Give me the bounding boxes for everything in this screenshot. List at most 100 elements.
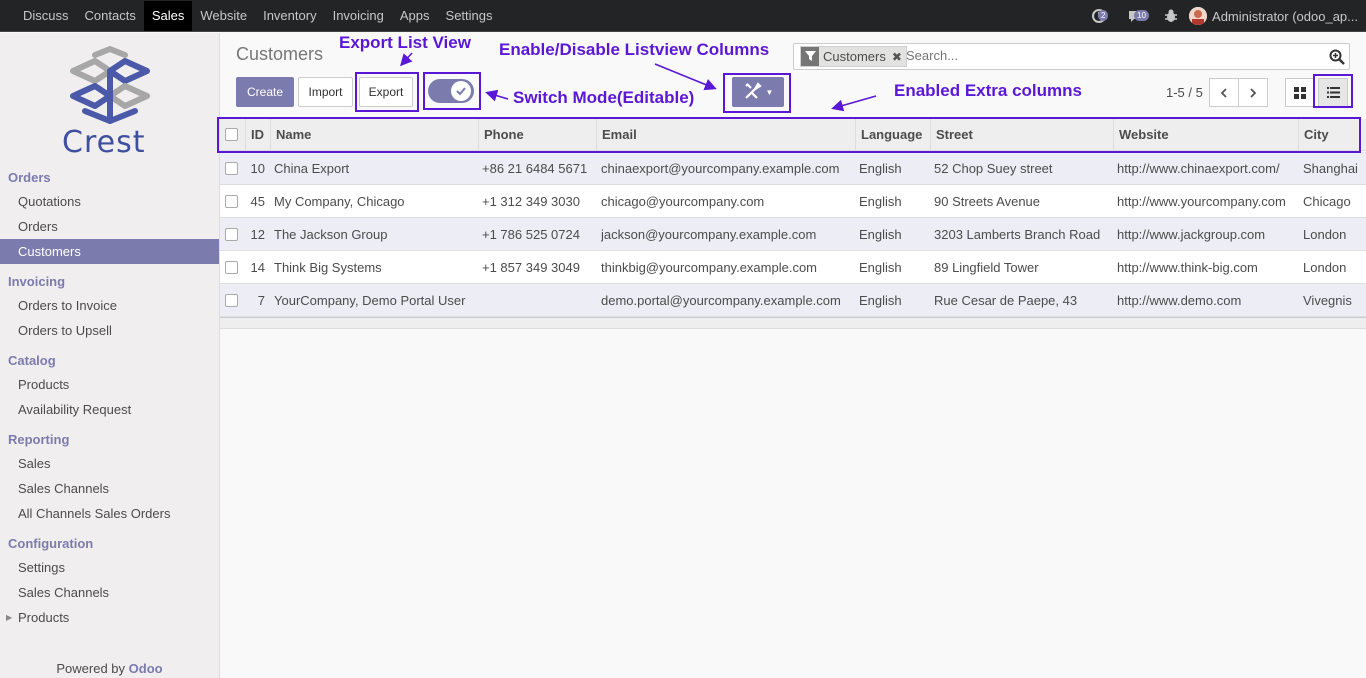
messages-badge: 10 [1134, 10, 1149, 21]
cell-website: http://www.demo.com [1117, 293, 1242, 308]
sidebar-item-availability-request[interactable]: Availability Request [0, 397, 219, 422]
filter-icon [801, 47, 819, 66]
cell-phone: +1 312 349 3030 [482, 194, 580, 209]
nav-discuss[interactable]: Discuss [15, 1, 77, 31]
row-checkbox[interactable] [225, 162, 238, 175]
pager-value[interactable]: 1-5 / 5 [1166, 85, 1203, 100]
row-checkbox[interactable] [225, 228, 238, 241]
annotation-extra: Enabled Extra columns [894, 81, 1082, 100]
cell-email: thinkbig@yourcompany.example.com [601, 260, 817, 275]
cell-street: 89 Lingfield Tower [934, 260, 1039, 275]
cell-street: 52 Chop Suey street [934, 161, 1053, 176]
table-footer [220, 317, 1366, 329]
sidebar-item-sales-channels[interactable]: Sales Channels [0, 476, 219, 501]
search-input[interactable] [906, 48, 1306, 63]
nav-invoicing[interactable]: Invoicing [325, 1, 392, 31]
row-checkbox[interactable] [225, 195, 238, 208]
search-bar: Customers ✖ [793, 43, 1350, 70]
grid-icon [1294, 86, 1306, 99]
search-facet: Customers ✖ [800, 46, 907, 67]
cell-website: http://www.think-big.com [1117, 260, 1258, 275]
pager-next-button[interactable] [1238, 78, 1268, 107]
cell-language: English [859, 260, 902, 275]
cell-street: 3203 Lamberts Branch Road [934, 227, 1101, 242]
debug-bug-icon[interactable] [1163, 8, 1179, 24]
cell-id: 14 [250, 260, 265, 275]
chevron-left-icon [1220, 87, 1227, 98]
systray: 2 10 Administrator (odoo_ap... [1081, 0, 1358, 32]
cell-email: chinaexport@yourcompany.example.com [601, 161, 840, 176]
top-navbar: Discuss Contacts Sales Website Inventory… [0, 0, 1366, 32]
cell-city: Shanghai [1303, 161, 1358, 176]
sidebar-item-label: Products [18, 610, 70, 625]
cell-website: http://www.chinaexport.com/ [1117, 161, 1280, 176]
messages-icon[interactable]: 10 [1127, 8, 1149, 24]
table-row[interactable]: 14 Think Big Systems +1 857 349 3049 thinkb… [220, 251, 1366, 284]
columns-header-highlight [217, 117, 1361, 153]
cell-language: English [859, 227, 902, 242]
cell-id: 10 [250, 161, 265, 176]
page-title: Customers [236, 44, 324, 64]
sidebar-item-orders-to-upsell[interactable]: Orders to Upsell [0, 318, 219, 343]
sidebar-item-orders-to-invoice[interactable]: Orders to Invoice [0, 293, 219, 318]
cell-city: London [1303, 260, 1347, 275]
cell-street: Rue Cesar de Paepe, 43 [934, 293, 1078, 308]
nav-contacts[interactable]: Contacts [77, 1, 144, 31]
cell-name: Think Big Systems [274, 260, 382, 275]
cell-name: The Jackson Group [274, 227, 388, 242]
sidebar-item-config-sales-channels[interactable]: Sales Channels [0, 580, 219, 605]
nav-settings[interactable]: Settings [438, 1, 501, 31]
import-button[interactable]: Import [298, 77, 353, 107]
annotation-switch: Switch Mode(Editable) [513, 88, 695, 107]
list-view-highlight [1313, 74, 1353, 108]
facet-remove-icon[interactable]: ✖ [892, 50, 902, 64]
table-row[interactable]: 10 China Export +86 21 6484 5671 chinaexpor… [220, 152, 1366, 185]
table-row[interactable]: 12 The Jackson Group +1 786 525 0724 jackso… [220, 218, 1366, 251]
nav-apps[interactable]: Apps [392, 1, 438, 31]
sidebar-item-quotations[interactable]: Quotations [0, 189, 219, 214]
nav-sales[interactable]: Sales [143, 0, 193, 31]
nav-inventory[interactable]: Inventory [255, 1, 324, 31]
powered-by-text: Powered by [56, 661, 126, 676]
cell-id: 7 [257, 293, 265, 308]
sidebar-item-products[interactable]: Products [0, 372, 219, 397]
section-reporting: Reporting [8, 432, 70, 447]
cell-phone: +1 857 349 3049 [482, 260, 580, 275]
sidebar-item-orders[interactable]: Orders [0, 214, 219, 239]
pager-previous-button[interactable] [1209, 78, 1239, 107]
cell-phone: +1 786 525 0724 [482, 227, 580, 242]
section-configuration: Configuration [8, 536, 94, 551]
sidebar-item-all-channels-sales-orders[interactable]: All Channels Sales Orders [0, 501, 219, 526]
kanban-view-button[interactable] [1285, 78, 1315, 107]
activity-icon[interactable]: 2 [1091, 8, 1109, 24]
powered-by: Powered by Odoo [0, 661, 219, 676]
cell-id: 12 [250, 227, 265, 242]
sidebar-item-customers[interactable]: Customers [0, 239, 219, 264]
cell-city: London [1303, 227, 1347, 242]
sidebar: Crest Orders Quotations Orders Customers… [0, 33, 220, 678]
annotation-columns: Enable/Disable Listview Columns [499, 40, 770, 59]
cell-phone: +86 21 6484 5671 [482, 161, 588, 176]
table-row[interactable]: 45 My Company, Chicago +1 312 349 3030 chic… [220, 185, 1366, 218]
table-row[interactable]: 7 YourCompany, Demo Portal User demo.porta… [220, 284, 1366, 317]
cell-language: English [859, 194, 902, 209]
powered-by-brand[interactable]: Odoo [129, 661, 163, 676]
row-checkbox[interactable] [225, 261, 238, 274]
cell-language: English [859, 161, 902, 176]
sidebar-item-settings[interactable]: Settings [0, 555, 219, 580]
facet-label: Customers [823, 49, 886, 64]
logo-wordmark: Crest [62, 125, 146, 160]
sidebar-item-config-products[interactable]: ▶ Products [0, 605, 219, 630]
search-icon[interactable] [1329, 49, 1345, 68]
cell-name: My Company, Chicago [274, 194, 405, 209]
cell-name: YourCompany, Demo Portal User [274, 293, 466, 308]
section-catalog: Catalog [8, 353, 56, 368]
section-invoicing: Invoicing [8, 274, 66, 289]
row-checkbox[interactable] [225, 294, 238, 307]
sidebar-item-sales[interactable]: Sales [0, 451, 219, 476]
nav-website[interactable]: Website [192, 1, 255, 31]
user-avatar[interactable] [1189, 7, 1208, 25]
user-menu[interactable]: Administrator (odoo_ap... [1212, 9, 1358, 24]
toggle-highlight [423, 72, 481, 110]
create-button[interactable]: Create [236, 77, 294, 107]
